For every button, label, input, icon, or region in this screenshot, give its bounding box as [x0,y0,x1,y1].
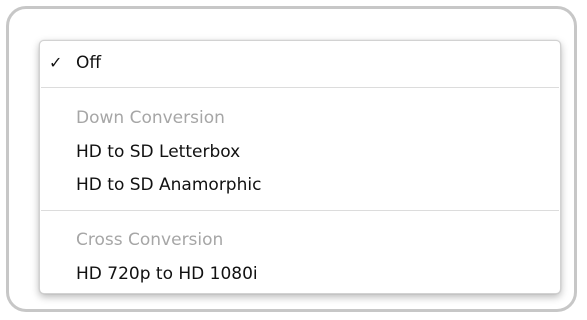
conversion-menu: ✓ Off Down Conversion HD to SD Letterbox… [39,40,561,294]
menu-item-label: HD to SD Letterbox [76,142,241,162]
section-header-down-conversion: Down Conversion [40,105,560,131]
section-header-label: Down Conversion [76,108,225,128]
checkmark-icon: ✓ [49,53,63,72]
section-header-cross-conversion: Cross Conversion [40,227,560,253]
section-header-label: Cross Conversion [76,230,224,250]
menu-separator [41,210,559,211]
menu-item-label: Off [76,53,102,73]
menu-item-hd-to-sd-anamorphic[interactable]: HD to SD Anamorphic [40,172,560,198]
menu-item-off[interactable]: ✓ Off [40,50,560,76]
menu-item-hd-720p-to-hd-1080i[interactable]: HD 720p to HD 1080i [40,261,560,287]
menu-item-label: HD to SD Anamorphic [76,175,262,195]
menu-item-label: HD 720p to HD 1080i [76,264,258,284]
menu-separator [41,87,559,88]
menu-item-hd-to-sd-letterbox[interactable]: HD to SD Letterbox [40,139,560,165]
